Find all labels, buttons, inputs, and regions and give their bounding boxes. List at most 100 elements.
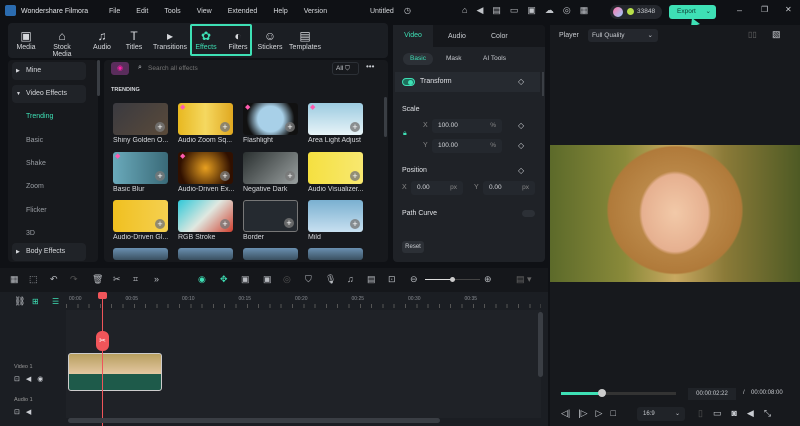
sidebar-item-video-effects[interactable]: ▼ Video Effects bbox=[12, 85, 86, 103]
select-icon[interactable]: ⬚ bbox=[29, 274, 38, 285]
position-y-input[interactable]: 0.00 px bbox=[483, 181, 535, 195]
add-icon[interactable]: + bbox=[350, 122, 360, 132]
ai-mate-icon[interactable]: ◉ bbox=[198, 274, 206, 285]
subtab-mask[interactable]: Mask bbox=[446, 55, 462, 62]
effect-thumbnail[interactable]: + bbox=[243, 152, 298, 184]
subtab-ai-tools[interactable]: AI Tools bbox=[483, 55, 506, 62]
menu-view[interactable]: View bbox=[197, 8, 212, 15]
effect-thumbnail[interactable]: + bbox=[113, 103, 168, 135]
playhead-handle[interactable] bbox=[98, 292, 107, 299]
effect-thumbnail[interactable]: + bbox=[243, 200, 298, 232]
mic-icon[interactable]: 🎙︎ bbox=[325, 274, 336, 285]
add-icon[interactable]: + bbox=[284, 218, 294, 228]
sidebar-item-trending[interactable]: Trending bbox=[12, 108, 86, 126]
sidebar-item-zoom[interactable]: Zoom bbox=[12, 178, 86, 196]
maximize-button[interactable]: ❐ bbox=[761, 5, 768, 14]
undo-icon[interactable]: ↶ bbox=[50, 274, 58, 285]
menu-tools[interactable]: Tools bbox=[164, 8, 180, 15]
filter-button[interactable]: All ⛉ bbox=[332, 62, 359, 75]
redo-icon[interactable]: ↷ bbox=[70, 274, 78, 285]
speech-icon[interactable]: ▣ bbox=[241, 274, 250, 285]
toolbar-templates[interactable]: ▤ Templates bbox=[287, 28, 323, 51]
delete-icon[interactable]: 🗑︎ bbox=[92, 274, 103, 285]
keyframe-icon[interactable]: ◇ bbox=[518, 121, 524, 130]
split-icon[interactable]: ✂ bbox=[113, 274, 121, 285]
add-icon[interactable]: + bbox=[350, 219, 360, 229]
effect-thumbnail[interactable]: + bbox=[178, 200, 233, 232]
fit-icon[interactable]: ⊡ bbox=[388, 274, 396, 285]
menu-file[interactable]: File bbox=[109, 8, 120, 15]
timeline-hscrollbar[interactable] bbox=[68, 418, 440, 423]
sidebar-item-basic[interactable]: Basic bbox=[12, 132, 86, 150]
zoom-in-icon[interactable]: ⊕ bbox=[484, 274, 492, 285]
sidebar-scrollbar[interactable] bbox=[97, 60, 100, 96]
video-clip[interactable] bbox=[68, 353, 162, 391]
save-icon[interactable]: ▣ bbox=[527, 5, 545, 15]
camera-icon[interactable]: ◙ bbox=[731, 408, 746, 418]
playhead-line[interactable] bbox=[102, 292, 103, 426]
chevron-down-icon[interactable]: ⌄ bbox=[706, 5, 711, 19]
properties-scrollbar[interactable] bbox=[542, 72, 544, 96]
add-icon[interactable]: + bbox=[220, 219, 230, 229]
device-icon[interactable]: ▯ bbox=[698, 408, 713, 418]
split-marker-icon[interactable]: ✂ bbox=[96, 331, 109, 351]
scale-x-input[interactable]: 100.00% bbox=[432, 119, 502, 133]
effect-thumbnail[interactable] bbox=[308, 248, 363, 260]
toolbar-stickers[interactable]: ☺ Stickers bbox=[252, 28, 288, 51]
ruler[interactable] bbox=[66, 304, 541, 308]
menu-extended[interactable]: Extended bbox=[228, 8, 258, 15]
tab-color[interactable]: Color bbox=[491, 33, 508, 40]
effect-thumbnail[interactable]: ◆ + bbox=[178, 103, 233, 135]
prev-frame-icon[interactable]: ◁| bbox=[561, 408, 570, 418]
add-icon[interactable]: + bbox=[155, 122, 165, 132]
toolbar-stock-media[interactable]: ⌂ Stock Media bbox=[44, 28, 80, 58]
credits-badge[interactable]: 33848 bbox=[610, 5, 662, 19]
ratio-select[interactable]: 16:9 ⌄ bbox=[637, 407, 685, 421]
scale-y-input[interactable]: 100.00% bbox=[432, 139, 502, 153]
export-button[interactable]: Export ⌄ bbox=[669, 5, 716, 19]
add-icon[interactable]: + bbox=[285, 171, 295, 181]
minimize-button[interactable]: – bbox=[737, 5, 742, 15]
quality-select[interactable]: Full Quality ⌄ bbox=[588, 29, 658, 42]
effect-thumbnail[interactable]: ◆ + bbox=[308, 103, 363, 135]
tab-video[interactable]: Video bbox=[393, 25, 433, 47]
add-icon[interactable]: + bbox=[220, 171, 230, 181]
shield-icon[interactable]: ⛉ bbox=[305, 274, 312, 285]
search-input[interactable] bbox=[148, 62, 308, 75]
tab-audio[interactable]: Audio bbox=[448, 33, 466, 40]
mute-icon[interactable]: ◀ bbox=[26, 409, 37, 416]
auto-icon[interactable]: ✥ bbox=[220, 274, 228, 285]
keyframe-icon[interactable]: ◇ bbox=[518, 141, 524, 150]
crop-icon[interactable]: ⌗ bbox=[133, 274, 138, 285]
reset-button[interactable]: Reset bbox=[402, 241, 424, 253]
music-icon[interactable]: ♫ bbox=[347, 274, 354, 284]
effect-thumbnail[interactable] bbox=[113, 248, 168, 260]
beat-icon[interactable]: ▣ bbox=[263, 274, 272, 285]
stop-icon[interactable]: □ bbox=[610, 408, 615, 418]
snapshot-view-icon[interactable]: ▧ bbox=[772, 29, 781, 40]
keyframe-icon[interactable]: ◇ bbox=[518, 166, 524, 175]
position-x-input[interactable]: 0.00 px bbox=[411, 181, 463, 195]
more-tools-icon[interactable]: » bbox=[154, 274, 159, 284]
zoom-out-icon[interactable]: ⊖ bbox=[410, 274, 418, 285]
add-icon[interactable]: + bbox=[350, 171, 360, 181]
task-icon[interactable]: ▤ bbox=[492, 5, 510, 15]
toolbar-transitions[interactable]: ▸ Transitions bbox=[152, 28, 188, 51]
link-icon[interactable]: ⛓︎ bbox=[14, 296, 25, 307]
effect-thumbnail[interactable]: + bbox=[113, 200, 168, 232]
path-curve-toggle[interactable] bbox=[522, 210, 535, 217]
cloud-icon[interactable]: ☁ bbox=[545, 5, 563, 15]
add-icon[interactable]: + bbox=[155, 171, 165, 181]
gift-icon[interactable]: ⌂ bbox=[462, 5, 476, 15]
volume-icon[interactable]: ◀ bbox=[747, 408, 764, 418]
support-icon[interactable]: ◎ bbox=[563, 5, 580, 15]
sidebar-item-flicker[interactable]: Flicker bbox=[12, 202, 86, 220]
sidebar-item-3d[interactable]: 3D bbox=[12, 225, 86, 243]
toolbar-titles[interactable]: T Titles bbox=[116, 28, 152, 51]
screen-icon[interactable]: ▭ bbox=[510, 5, 528, 15]
fullscreen-icon[interactable]: ⤡ bbox=[764, 408, 781, 418]
replace-icon[interactable]: ▤ bbox=[367, 274, 376, 285]
transform-toggle[interactable] bbox=[402, 78, 415, 86]
grid-view-icon[interactable]: ▯▯ bbox=[748, 30, 757, 39]
effect-thumbnail[interactable]: ◆ + bbox=[113, 152, 168, 184]
